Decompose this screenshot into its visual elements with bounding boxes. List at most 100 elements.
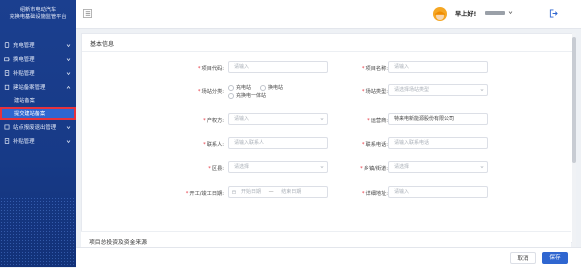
main-area: 早上好! 基本信息 *项目代码: 请输入 *项目名称: 请输入 *场站分类: 充… bbox=[76, 0, 581, 268]
radio-circle bbox=[260, 84, 266, 91]
top-bar: 早上好! bbox=[76, 0, 581, 29]
required-asterisk: * bbox=[367, 118, 370, 124]
sidebar-item-label: 建站备案管理 bbox=[13, 85, 46, 91]
chevron-down-icon bbox=[66, 57, 71, 62]
section-title-basic-info: 基本信息 bbox=[90, 41, 115, 48]
greeting-text: 早上好! bbox=[455, 11, 477, 18]
district-select[interactable]: 请选择 bbox=[228, 161, 328, 173]
radio-charging-station[interactable]: 充电站 bbox=[228, 84, 251, 91]
required-asterisk: * bbox=[208, 166, 211, 172]
section-divider bbox=[82, 51, 572, 52]
sidebar-item-label: 换电管理 bbox=[13, 57, 35, 63]
sidebar-subitem-site-filing[interactable]: 建站备案 bbox=[0, 94, 76, 107]
required-asterisk: * bbox=[361, 191, 365, 197]
radio-swap-station[interactable]: 换电站 bbox=[260, 84, 283, 91]
site-type-label: *场站类型: bbox=[361, 89, 388, 95]
section-title-investment: 项目总投资及资金来源 bbox=[89, 240, 147, 246]
required-asterisk: * bbox=[360, 166, 363, 172]
required-asterisk: * bbox=[203, 118, 206, 124]
sidebar: 绍新市电动汽车 充换电基础设施监管平台 充电管理 换电管理 补贴管理 建站备案管… bbox=[0, 0, 76, 267]
chevron-down-icon bbox=[320, 166, 324, 169]
required-asterisk: * bbox=[197, 66, 201, 72]
form-row: *场站分类: 充电站 换电站 充换电一体站 *场站类型: 请选择场站类型 bbox=[82, 84, 572, 99]
form-row: *区县: 请选择 *乡镇/街道: 请选择 bbox=[82, 161, 572, 175]
start-date-placeholder: 开始日期 bbox=[241, 189, 262, 195]
sidebar-item-label: 充电管理 bbox=[13, 43, 35, 49]
dates-label: *开工/竣工日期: bbox=[185, 191, 224, 197]
sidebar-item-label: 站点报废退出管理 bbox=[13, 125, 57, 131]
chevron-down-icon bbox=[66, 43, 71, 48]
form-row: *产权方: 请输入 *运营商: 特来电新能源股份有限公司 bbox=[82, 113, 572, 127]
document-icon bbox=[4, 138, 10, 144]
sidebar-subitem-submit-filing[interactable]: 提交建站备案 bbox=[0, 107, 76, 120]
form-row: *开工/竣工日期: 开始日期 — 结束日期 *详细地址: 请输入 bbox=[82, 186, 572, 200]
required-asterisk: * bbox=[197, 89, 201, 95]
chevron-down-icon bbox=[320, 118, 324, 121]
chevron-down-icon bbox=[480, 166, 484, 169]
brand-line-2: 充换电基础设施监管平台 bbox=[9, 14, 67, 20]
scrollbar-thumb[interactable] bbox=[572, 37, 576, 163]
end-date-placeholder: 结束日期 bbox=[281, 189, 302, 195]
chevron-down-icon bbox=[480, 89, 484, 92]
contact-input[interactable]: 请输入联系人 bbox=[228, 137, 328, 149]
user-menu-chevron-icon[interactable] bbox=[508, 10, 513, 15]
town-select[interactable]: 请选择 bbox=[388, 161, 488, 173]
required-asterisk: * bbox=[185, 191, 189, 197]
decorative-dot-pattern bbox=[0, 197, 76, 267]
building-icon bbox=[4, 84, 10, 90]
operator-label: *运营商: bbox=[367, 118, 388, 124]
basic-info-card: 基本信息 *项目代码: 请输入 *项目名称: 请输入 *场站分类: 充电站 换电… bbox=[81, 33, 573, 243]
sidebar-item-subsidy-2[interactable]: 补贴管理 bbox=[0, 134, 76, 148]
phone-label: *联系电话: bbox=[361, 142, 388, 148]
sidebar-item-scrap-exit[interactable]: 站点报废退出管理 bbox=[0, 120, 76, 134]
project-code-input[interactable]: 请输入 bbox=[228, 61, 328, 73]
investment-section: 项目总投资及资金来源 bbox=[81, 231, 571, 248]
ownership-select[interactable]: 请输入 bbox=[228, 113, 328, 125]
hardhat-avatar-icon bbox=[435, 11, 445, 20]
chevron-up-icon bbox=[66, 85, 71, 90]
address-input[interactable]: 请输入 bbox=[388, 186, 488, 198]
sidebar-item-site-filing[interactable]: 建站备案管理 bbox=[0, 80, 76, 94]
chevron-down-icon bbox=[66, 71, 71, 76]
save-button[interactable]: 保存 bbox=[542, 252, 568, 264]
brand-logo-text: 绍新市电动汽车 充换电基础设施监管平台 bbox=[0, 0, 76, 38]
menu-collapse-icon[interactable] bbox=[83, 9, 92, 18]
form-row: *项目代码: 请输入 *项目名称: 请输入 bbox=[82, 61, 572, 75]
radio-circle bbox=[228, 84, 234, 91]
battery-icon bbox=[4, 56, 10, 62]
username-redacted[interactable] bbox=[485, 11, 505, 15]
calendar-icon bbox=[232, 190, 236, 194]
required-asterisk: * bbox=[361, 89, 365, 95]
contact-label: *联系人: bbox=[203, 142, 224, 148]
project-name-input[interactable]: 请输入 bbox=[388, 61, 488, 73]
site-category-label: *场站分类: bbox=[197, 89, 224, 95]
sidebar-item-subsidy[interactable]: 补贴管理 bbox=[0, 66, 76, 80]
cancel-button[interactable]: 取消 bbox=[510, 252, 536, 264]
operator-input[interactable]: 特来电新能源股份有限公司 bbox=[388, 113, 488, 125]
date-separator: — bbox=[268, 189, 274, 195]
ownership-label: *产权方: bbox=[203, 118, 224, 124]
phone-input[interactable]: 请输入联系电话 bbox=[388, 137, 488, 149]
town-label: *乡镇/街道: bbox=[360, 166, 388, 172]
date-range-picker[interactable]: 开始日期 — 结束日期 bbox=[228, 186, 328, 198]
required-asterisk: * bbox=[361, 66, 365, 72]
form-footer: 取消 保存 bbox=[76, 247, 581, 268]
project-code-label: *项目代码: bbox=[197, 66, 224, 72]
sidebar-item-charging[interactable]: 充电管理 bbox=[0, 38, 76, 52]
radio-circle bbox=[228, 92, 234, 99]
district-label: *区县: bbox=[208, 166, 224, 172]
required-asterisk: * bbox=[203, 142, 206, 148]
sidebar-item-label: 补贴管理 bbox=[13, 71, 35, 77]
address-label: *详细地址: bbox=[361, 191, 388, 197]
site-type-select[interactable]: 请选择场站类型 bbox=[388, 84, 488, 96]
avatar[interactable] bbox=[433, 7, 447, 21]
radio-integrated-station[interactable]: 充换电一体站 bbox=[228, 92, 266, 99]
chevron-down-icon bbox=[66, 125, 71, 130]
document-icon bbox=[4, 70, 10, 76]
vertical-scrollbar[interactable] bbox=[572, 33, 576, 247]
sidebar-item-battery-swap[interactable]: 换电管理 bbox=[0, 52, 76, 66]
chevron-down-icon bbox=[66, 139, 71, 144]
logout-icon[interactable] bbox=[549, 9, 558, 18]
project-name-label: *项目名称: bbox=[361, 66, 388, 72]
sidebar-item-label: 补贴管理 bbox=[13, 139, 35, 145]
